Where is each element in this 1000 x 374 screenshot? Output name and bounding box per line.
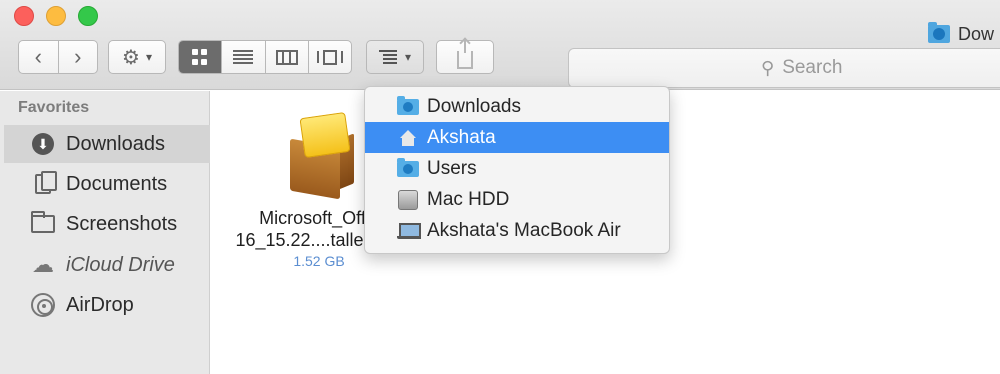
- sidebar-heading: Favorites: [18, 99, 90, 116]
- sidebar-item-label: AirDrop: [66, 293, 134, 316]
- chevron-down-icon: ▾: [404, 50, 412, 64]
- file-size: 1.52 GB: [293, 253, 345, 269]
- documents-icon: [35, 171, 57, 194]
- icon-view-button[interactable]: [179, 41, 223, 73]
- forward-button[interactable]: ›: [59, 41, 98, 73]
- sidebar-item-label: Documents: [66, 172, 168, 195]
- minimize-window-button[interactable]: [46, 6, 66, 26]
- back-button[interactable]: ‹: [19, 41, 59, 73]
- menu-item-label: Downloads: [427, 95, 521, 117]
- downloads-folder-icon: [397, 95, 419, 115]
- package-icon: [276, 111, 362, 200]
- list-icon: [233, 50, 254, 64]
- toolbar: Dow ‹ › ⚙ ▾ ▾ ⚲ Search: [0, 0, 1000, 90]
- view-mode-selector: [178, 40, 352, 74]
- window-title-text: Dow: [958, 23, 995, 44]
- navigation-buttons: ‹ ›: [18, 40, 98, 74]
- cloud-icon: ☁: [32, 252, 54, 277]
- column-view-button[interactable]: [266, 41, 309, 73]
- window-title: Dow: [928, 22, 994, 46]
- share-icon: [457, 39, 473, 69]
- menu-item-downloads[interactable]: Downloads: [365, 91, 669, 122]
- arrange-icon: [378, 50, 399, 64]
- sidebar: Favorites ⬇ Downloads Documents Screensh…: [0, 91, 210, 374]
- search-icon: ⚲: [761, 57, 775, 78]
- chevron-left-icon: ‹: [34, 44, 42, 69]
- hard-drive-icon: [398, 189, 418, 210]
- menu-item-label: Akshata: [427, 126, 496, 148]
- zoom-window-button[interactable]: [78, 6, 98, 26]
- sidebar-item-label: iCloud Drive: [66, 253, 175, 276]
- folder-icon: [31, 211, 55, 233]
- close-window-button[interactable]: [14, 6, 34, 26]
- arrange-menu-button[interactable]: ▾: [366, 40, 424, 74]
- menu-item-label: Mac HDD: [427, 188, 510, 210]
- grid-icon: [192, 49, 208, 65]
- share-button[interactable]: [436, 39, 494, 74]
- menu-item-akshata[interactable]: Akshata: [365, 122, 669, 153]
- sidebar-item-icloud-drive[interactable]: ☁ iCloud Drive: [4, 246, 210, 284]
- sidebar-item-documents[interactable]: Documents: [4, 165, 210, 203]
- menu-item-mac-hdd[interactable]: Mac HDD: [365, 184, 669, 215]
- menu-item-label: Users: [427, 157, 477, 179]
- menu-item-macbook-air[interactable]: Akshata's MacBook Air: [365, 215, 669, 246]
- sidebar-item-downloads[interactable]: ⬇ Downloads: [4, 125, 210, 163]
- search-input[interactable]: ⚲ Search: [568, 48, 1000, 88]
- laptop-icon: [397, 222, 421, 239]
- path-dropdown-menu: Downloads Akshata Users Mac HDD Akshata'…: [364, 86, 670, 254]
- sidebar-item-screenshots[interactable]: Screenshots: [4, 205, 210, 243]
- home-icon: [399, 129, 417, 146]
- finder-window: Dow ‹ › ⚙ ▾ ▾ ⚲ Search Favorites ⬇ Downl…: [0, 0, 1000, 374]
- menu-item-users[interactable]: Users: [365, 153, 669, 184]
- chevron-right-icon: ›: [74, 44, 82, 69]
- gear-icon: ⚙: [122, 46, 140, 69]
- users-folder-icon: [397, 157, 419, 177]
- cover-flow-icon: [316, 49, 343, 65]
- sidebar-item-airdrop[interactable]: AirDrop: [4, 286, 210, 324]
- cover-flow-view-button[interactable]: [309, 41, 351, 73]
- search-placeholder: Search: [782, 57, 843, 78]
- sidebar-item-label: Downloads: [66, 132, 165, 155]
- sidebar-item-label: Screenshots: [66, 212, 178, 235]
- menu-item-label: Akshata's MacBook Air: [427, 219, 621, 241]
- downloads-icon: ⬇: [32, 133, 54, 155]
- columns-icon: [275, 49, 298, 65]
- downloads-folder-icon: [928, 22, 950, 43]
- action-menu-button[interactable]: ⚙ ▾: [108, 40, 166, 74]
- airdrop-icon: [31, 293, 55, 317]
- chevron-down-icon: ▾: [145, 50, 152, 64]
- list-view-button[interactable]: [222, 41, 266, 73]
